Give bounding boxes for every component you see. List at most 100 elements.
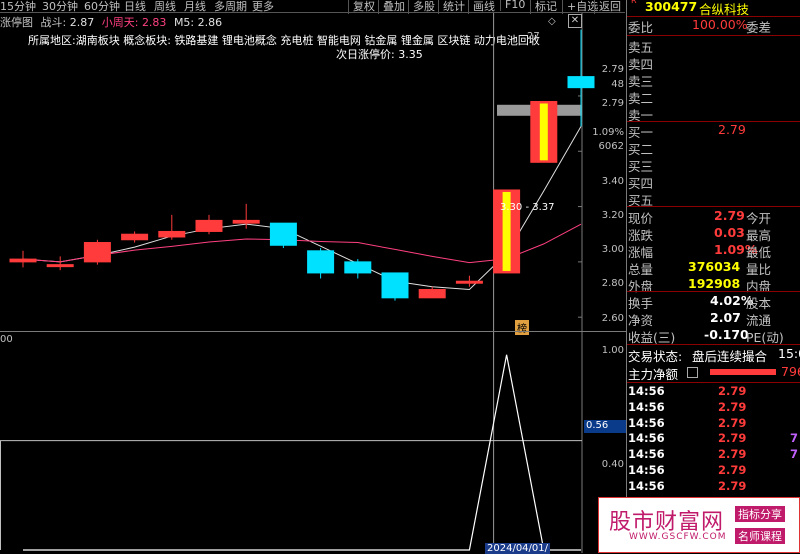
f10-button[interactable]: F10	[500, 0, 529, 11]
candle-body	[46, 264, 74, 268]
date-label: 2024/04/01/	[485, 543, 551, 554]
lower-axis-label: 0.40	[601, 459, 624, 470]
tab-15min[interactable]: 15分钟	[0, 0, 36, 14]
bang-badge: 榜	[515, 320, 529, 335]
weibi-label: 委比	[628, 20, 654, 35]
trade-price: 2.79	[718, 478, 747, 493]
quote-value: 192908	[688, 276, 741, 291]
tab-30min[interactable]: 30分钟	[42, 0, 78, 14]
trade-status-label: 交易状态:	[628, 349, 683, 364]
price-chart[interactable]	[0, 13, 626, 553]
weibi-value: 100.00%	[692, 17, 748, 32]
trade-row: 14:56 2.79	[628, 416, 800, 432]
candle-body	[121, 233, 149, 241]
mark-button[interactable]: 标记	[530, 0, 561, 14]
tab-monthly[interactable]: 月线	[184, 0, 206, 14]
candle-body	[307, 250, 335, 274]
sell-level-row: 卖一	[628, 105, 800, 123]
tab-daily[interactable]: 日线	[124, 0, 146, 14]
candle-body	[158, 230, 186, 238]
quote-row: 换手 4.02% 股本	[628, 293, 800, 311]
stats-button[interactable]: 统计	[438, 0, 469, 14]
trade-price: 2.79	[718, 415, 747, 430]
adjust-button[interactable]: 复权	[348, 0, 379, 14]
trade-status-value: 盘后连续撮合	[692, 349, 768, 364]
stock-code: 300477	[645, 0, 698, 14]
chart-divider	[0, 331, 626, 332]
quote-row: 外盘 192908 内盘	[628, 276, 800, 294]
trade-row: 14:56 2.79	[628, 463, 800, 479]
candle-body	[455, 280, 483, 284]
quote-row: 涨幅 1.09% 最低	[628, 242, 800, 260]
divider	[627, 35, 800, 36]
lower-left-label: 00	[0, 334, 13, 345]
tab-60min[interactable]: 60分钟	[84, 0, 120, 14]
tab-more[interactable]: 更多	[252, 0, 274, 14]
trade-time: 14:56	[628, 384, 665, 398]
mini-axis-label: 2.79	[601, 98, 624, 109]
diamond-icon: ◇	[548, 16, 556, 27]
trade-time: 14:56	[628, 447, 665, 462]
flag-r: R	[631, 0, 637, 5]
close-icon[interactable]: ✕	[568, 14, 582, 28]
trade-price: 2.79	[718, 384, 747, 398]
trade-price: 2.79	[718, 447, 747, 462]
candle-body	[418, 289, 446, 299]
quote-row: 涨跌 0.03 最高	[628, 225, 800, 243]
trade-time: 14:56	[628, 463, 665, 477]
lower-axis-label: 1.00	[601, 345, 624, 356]
overlay-button[interactable]: 叠加	[378, 0, 409, 14]
stock-title-bar: R 300477 合纵科技	[627, 0, 800, 17]
divider	[627, 344, 800, 345]
panel-divider	[626, 0, 627, 553]
sell-level-row: 卖三	[628, 71, 800, 89]
watermark-tag2: 名师课程	[735, 528, 785, 544]
buy-level-price: 2.79	[718, 122, 746, 137]
watermark-box: 股市财富网 WWW.GSCFW.COM 指标分享 名师课程	[598, 497, 800, 553]
weicha-label: 委差	[746, 20, 772, 35]
trade-row: 14:56 2.79 7	[628, 431, 800, 447]
trade-extra: 7	[790, 447, 799, 462]
mini-axis-label: 48	[611, 79, 624, 90]
tab-multi-period[interactable]: 多周期	[214, 0, 247, 14]
trade-price: 2.79	[718, 431, 747, 446]
divider	[627, 382, 800, 383]
trade-row: 14:56 2.79	[628, 384, 800, 400]
candle-body	[9, 258, 37, 263]
tab-weekly[interactable]: 周线	[154, 0, 176, 14]
quote-row: 净资 2.07 流通	[628, 310, 800, 328]
trade-status-time: 15:0	[778, 346, 800, 361]
price-axis-label: 3.40	[601, 176, 624, 187]
trade-row: 14:56 2.79	[628, 400, 800, 416]
buy-level-row: 买四	[628, 173, 800, 191]
trade-row: 14:56 2.79 7	[628, 447, 800, 463]
trade-time: 14:56	[628, 399, 665, 414]
menu-icon[interactable]	[687, 367, 698, 378]
quote-row: 现价 2.79 今开	[628, 208, 800, 226]
main-flow-bar	[710, 369, 776, 375]
trade-price: 2.79	[718, 399, 747, 414]
back-button[interactable]: 返回	[594, 0, 625, 14]
quote-value: 376034	[688, 259, 741, 274]
chart-toolbar: 15分钟 30分钟 60分钟 日线 周线 月线 多周期 更多 复权 叠加 多股 …	[0, 0, 625, 14]
main-flow-row: 主力净额 796	[628, 364, 800, 382]
weibi-row: 委比 100.00% 委差	[628, 17, 800, 35]
sell-level-row: 卖二	[628, 88, 800, 106]
range-label: 3.30 - 3.37	[500, 202, 555, 213]
trade-extra: 7	[790, 431, 799, 446]
buy-level-row: 买五	[628, 190, 800, 208]
mini-axis-label: 6062	[598, 141, 624, 152]
divider	[627, 291, 800, 292]
trade-time: 14:56	[628, 415, 665, 430]
candle-body	[232, 219, 260, 224]
lower-axis-current: 0.56	[584, 420, 626, 433]
quote-value: 2.79	[714, 208, 745, 223]
quote-value: 0.03	[714, 225, 745, 240]
main-flow-label: 主力净额	[628, 367, 679, 382]
price-axis-label: 2.60	[601, 313, 624, 324]
draw-line-button[interactable]: 画线	[468, 0, 499, 14]
multi-stock-button[interactable]: 多股	[408, 0, 439, 14]
candle-body	[269, 222, 297, 246]
watermark-url: WWW.GSCFW.COM	[629, 532, 727, 542]
buy-level-row: 买三	[628, 156, 800, 174]
